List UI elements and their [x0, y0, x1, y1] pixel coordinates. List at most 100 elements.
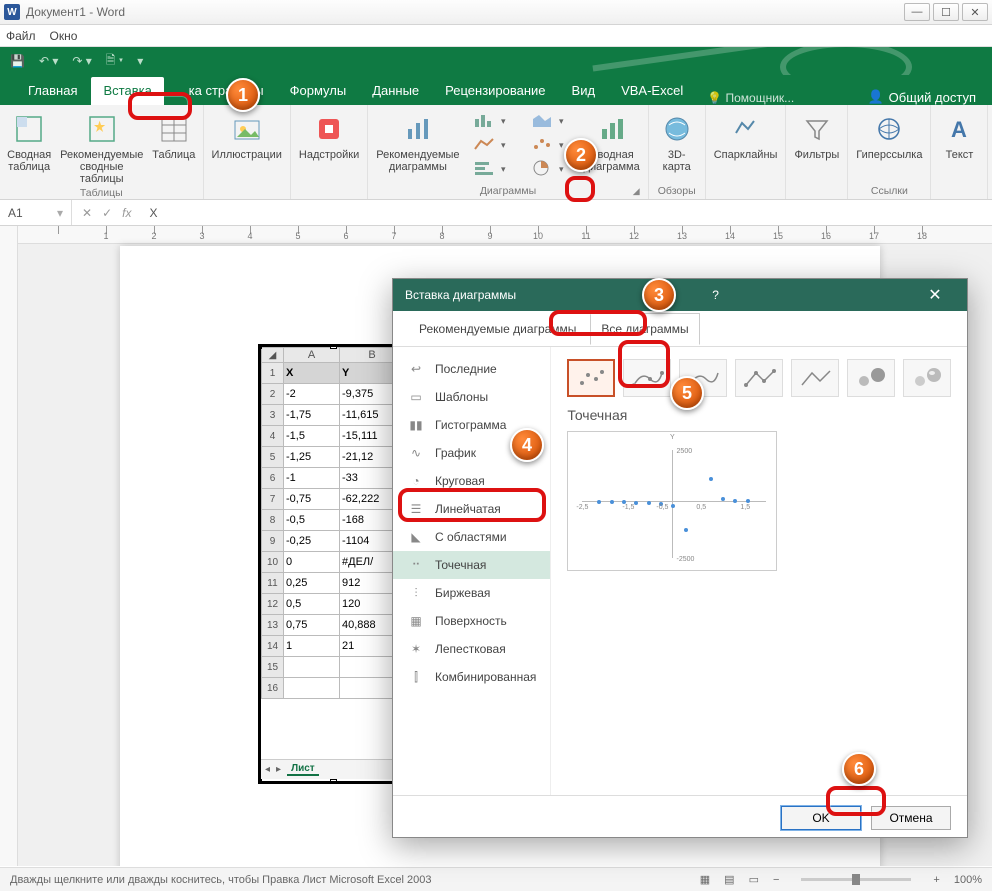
category-area[interactable]: ◣С областями	[393, 523, 550, 551]
save-icon[interactable]: 💾	[10, 54, 25, 68]
tab-view[interactable]: Вид	[560, 77, 608, 105]
table-row[interactable]: 110,25912	[262, 573, 405, 594]
fx-icon[interactable]: fx	[122, 206, 131, 220]
category-scatter[interactable]: ⠒Точечная	[393, 551, 550, 579]
enter-icon[interactable]: ✓	[102, 206, 112, 220]
sheet-tab[interactable]: Лист	[287, 763, 319, 776]
embedded-excel[interactable]: ◢AB 1XY2-2-9,3753-1,75-11,6154-1,5-15,11…	[258, 344, 408, 784]
table-row[interactable]: 15	[262, 657, 405, 678]
tab-home[interactable]: Главная	[16, 77, 89, 105]
formula-bar: A1 ▾ ✕ ✓ fx X	[0, 200, 992, 226]
table-row[interactable]: 2-2-9,375	[262, 384, 405, 405]
word-menu: Файл Окно	[0, 25, 992, 47]
subtype-scatter[interactable]	[567, 359, 615, 397]
group-label-tables: Таблицы	[80, 187, 123, 199]
ribbon-tabbar: Главная Вставка ...ка страницы Формулы Д…	[0, 75, 992, 105]
table-row[interactable]: 1XY	[262, 363, 405, 384]
tab-vba[interactable]: VBA-Excel	[609, 77, 695, 105]
table-row[interactable]: 3-1,75-11,615	[262, 405, 405, 426]
category-templates[interactable]: ▭Шаблоны	[393, 383, 550, 411]
menu-file[interactable]: Файл	[6, 29, 36, 43]
category-stock[interactable]: ⫶Биржевая	[393, 579, 550, 607]
table-row[interactable]: 9-0,25-1104	[262, 531, 405, 552]
svg-text:▾: ▾	[559, 116, 564, 126]
redo-icon[interactable]: ↷ ▾	[72, 54, 91, 68]
category-surface[interactable]: ▦Поверхность	[393, 607, 550, 635]
callout-6: 6	[842, 752, 876, 786]
category-pie[interactable]: ◔Круговая	[393, 467, 550, 495]
sparklines-button[interactable]: Спарклайны	[714, 109, 778, 161]
table-row[interactable]: 7-0,75-62,222	[262, 489, 405, 510]
formula-input[interactable]: X	[141, 206, 992, 220]
svg-text:▾: ▾	[501, 116, 506, 126]
category-radar[interactable]: ✶Лепестковая	[393, 635, 550, 663]
tab-review[interactable]: Рецензирование	[433, 77, 557, 105]
subtype-scatter-smooth-markers[interactable]	[623, 359, 671, 397]
illustrations-button[interactable]: Иллюстрации	[212, 109, 282, 161]
name-box[interactable]: A1 ▾	[0, 200, 72, 225]
tab-data[interactable]: Данные	[360, 77, 431, 105]
ok-button[interactable]: OK	[781, 806, 861, 830]
menu-window[interactable]: Окно	[50, 29, 78, 43]
table-row[interactable]: 130,7540,888	[262, 615, 405, 636]
tab-formulas[interactable]: Формулы	[278, 77, 359, 105]
category-bar[interactable]: ☰Линейчатая	[393, 495, 550, 523]
tab-all-charts[interactable]: Все диаграммы	[590, 313, 699, 345]
line-icon: ∿	[407, 446, 425, 460]
dialog-close-icon[interactable]: ✕	[915, 285, 955, 305]
minimize-button[interactable]: —	[904, 3, 930, 21]
charts-launcher-icon[interactable]: ◢	[633, 186, 640, 197]
subtype-scatter-straight[interactable]	[791, 359, 839, 397]
share-button[interactable]: 👤 Общий доступ	[867, 89, 976, 105]
chart-bar-icon[interactable]: ▾	[468, 157, 518, 179]
table-row[interactable]: 120,5120	[262, 594, 405, 615]
subtype-scatter-straight-markers[interactable]	[735, 359, 783, 397]
close-button[interactable]: ✕	[962, 3, 988, 21]
category-recent[interactable]: ↩Последние	[393, 355, 550, 383]
pivot-table-button[interactable]: Сводная таблица	[8, 109, 50, 173]
view-read-icon[interactable]: ▦	[700, 873, 710, 886]
zoom-slider[interactable]	[801, 878, 911, 881]
tell-me[interactable]: 💡 Помощник...	[707, 91, 794, 105]
chart-column-icon[interactable]: ▾	[468, 109, 518, 131]
tab-recommended-charts[interactable]: Рекомендуемые диаграммы	[409, 314, 586, 344]
tab-insert[interactable]: Вставка	[91, 77, 163, 105]
dialog-help-icon[interactable]: ?	[701, 288, 731, 302]
status-text: Дважды щелкните или дважды коснитесь, чт…	[10, 874, 431, 886]
qat-more-icon[interactable]: ▾	[137, 54, 143, 68]
table-row[interactable]: 100#ДЕЛ/	[262, 552, 405, 573]
zoom-in-icon[interactable]: +	[933, 874, 939, 886]
subtype-bubble[interactable]	[847, 359, 895, 397]
category-combo[interactable]: ⫿Комбинированная	[393, 663, 550, 691]
table-row[interactable]: 5-1,25-21,12	[262, 447, 405, 468]
text-button[interactable]: AТекст	[939, 109, 979, 161]
zoom-out-icon[interactable]: −	[773, 874, 779, 886]
chart-line-icon[interactable]: ▾	[468, 133, 518, 155]
insert-chart-dialog: Вставка диаграммы ? ✕ Рекомендуемые диаг…	[392, 278, 968, 838]
table-row[interactable]: 16	[262, 678, 405, 699]
recommended-charts-button[interactable]: Рекомендуемые диаграммы	[376, 109, 459, 173]
table-row[interactable]: 14121	[262, 636, 405, 657]
addins-button[interactable]: Надстройки	[299, 109, 359, 161]
share-icon: 👤	[867, 89, 883, 105]
cancel-button[interactable]: Отмена	[871, 806, 951, 830]
zoom-level[interactable]: 100%	[954, 874, 982, 886]
qat-doc-icon[interactable]: 🗎 ▾	[106, 51, 123, 72]
table-row[interactable]: 6-1-33	[262, 468, 405, 489]
table-button[interactable]: Таблица	[153, 109, 194, 161]
subtype-bubble-3d[interactable]	[903, 359, 951, 397]
hyperlink-button[interactable]: Гиперссылка	[856, 109, 922, 161]
maximize-button[interactable]: ☐	[933, 3, 959, 21]
view-web-icon[interactable]: ▭	[749, 873, 759, 886]
table-row[interactable]: 4-1,5-15,111	[262, 426, 405, 447]
undo-icon[interactable]: ↶ ▾	[39, 54, 58, 68]
table-row[interactable]: 8-0,5-168	[262, 510, 405, 531]
chart-preview[interactable]: Y2500-2500-2,5-1,5-0,50,51,5	[567, 431, 777, 571]
filters-button[interactable]: Фильтры	[794, 109, 839, 161]
sheet-tabs[interactable]: ◂▸ Лист	[261, 759, 405, 779]
view-print-icon[interactable]: ▤	[724, 873, 734, 886]
map3d-button[interactable]: 3D- карта	[657, 109, 697, 173]
cancel-icon[interactable]: ✕	[82, 206, 92, 220]
chart-area-icon[interactable]: ▾	[526, 109, 576, 131]
recommended-pivot-button[interactable]: Рекомендуемые сводные таблицы	[58, 109, 145, 185]
